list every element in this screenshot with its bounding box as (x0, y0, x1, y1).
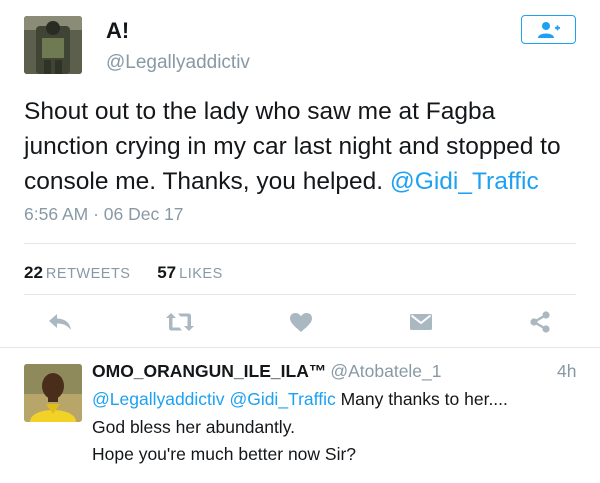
tweet-text: Shout out to the lady who saw me at Fagb… (24, 94, 584, 199)
heart-icon (290, 312, 312, 332)
likes-count: 57 (157, 263, 177, 282)
retweets-stat[interactable]: 22 RETWEETS (24, 263, 130, 282)
retweets-label: RETWEETS (45, 266, 131, 282)
reply-mention-link[interactable]: @Legallyaddictiv (92, 389, 225, 409)
retweet-icon (166, 313, 194, 331)
like-button[interactable] (286, 310, 316, 334)
likes-label: LIKES (179, 266, 223, 282)
tweet-stats: 22 RETWEETS 57 LIKES (24, 263, 223, 283)
reply-line-2: God bless her abundantly. (92, 416, 296, 437)
reply-author-name[interactable]: OMO_ORANGUN_ILE_ILA™ (92, 361, 326, 381)
reply-time[interactable]: 4h (557, 361, 576, 382)
divider (24, 243, 576, 244)
avatar-photo (24, 364, 82, 422)
reply-separator (0, 347, 600, 348)
reply-body: Many thanks to her.... (340, 389, 508, 409)
author-avatar[interactable] (24, 16, 82, 74)
reply-author-avatar[interactable] (24, 364, 82, 422)
author-display-name[interactable]: A! (106, 18, 129, 44)
reply-author-line: OMO_ORANGUN_ILE_ILA™ @Atobatele_1 (92, 361, 442, 382)
author-handle[interactable]: @Legallyaddictiv (106, 52, 250, 74)
reply-button[interactable] (45, 310, 75, 334)
share-button[interactable] (525, 310, 555, 334)
reply-line-3: Hope you're much better now Sir? (92, 444, 357, 464)
direct-message-button[interactable] (406, 310, 436, 334)
avatar-photo (24, 16, 82, 74)
retweet-button[interactable] (165, 310, 195, 334)
tweet-mention-link[interactable]: @Gidi_Traffic (390, 168, 539, 195)
divider (24, 294, 576, 295)
reply-text: @Legallyaddictiv @Gidi_Traffic Many than… (92, 386, 582, 469)
envelope-icon (410, 314, 432, 330)
reply-line-1: @Legallyaddictiv @Gidi_Traffic Many than… (92, 386, 582, 414)
reply-author-handle[interactable]: @Atobatele_1 (330, 361, 441, 381)
reply-icon (49, 314, 71, 330)
likes-stat[interactable]: 57 LIKES (157, 263, 223, 282)
tweet-timestamp[interactable]: 6:56 AM · 06 Dec 17 (24, 204, 184, 225)
follow-button[interactable] (521, 15, 576, 44)
share-icon (530, 311, 550, 333)
retweets-count: 22 (24, 263, 43, 282)
reply-mention-link[interactable]: @Gidi_Traffic (229, 389, 335, 409)
add-user-icon (537, 21, 560, 38)
